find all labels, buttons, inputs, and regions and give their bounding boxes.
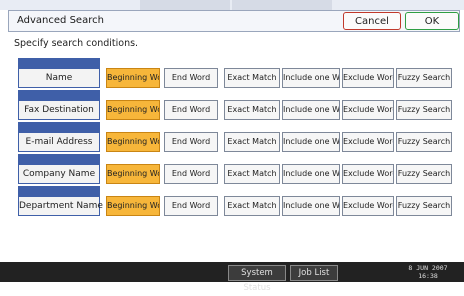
field-button-department-name[interactable]: Department Name xyxy=(18,196,103,216)
option-end-word[interactable]: End Word xyxy=(164,100,218,120)
time-text: 16:38 xyxy=(418,272,438,280)
field-tab xyxy=(18,186,100,196)
instruction-text: Specify search conditions. xyxy=(14,38,139,49)
option-fuzzy-search[interactable]: Fuzzy Search xyxy=(396,100,452,120)
top-band-segment xyxy=(140,0,230,10)
field-button-email-address[interactable]: E-mail Address xyxy=(18,132,100,152)
option-end-word[interactable]: End Word xyxy=(164,196,218,216)
search-row-name: Name Beginning Word End Word Exact Match… xyxy=(18,58,458,88)
option-exclude-words[interactable]: Exclude Words xyxy=(342,68,394,88)
option-beginning-word[interactable]: Beginning Word xyxy=(106,196,160,216)
option-fuzzy-search[interactable]: Fuzzy Search xyxy=(396,132,452,152)
option-end-word[interactable]: End Word xyxy=(164,164,218,184)
option-beginning-word[interactable]: Beginning Word xyxy=(106,132,160,152)
cancel-button[interactable]: Cancel xyxy=(343,12,401,30)
option-exact-match[interactable]: Exact Match xyxy=(224,68,280,88)
top-band xyxy=(0,0,464,10)
date-time-display: 8 JUN 2007 16:38 xyxy=(396,264,460,280)
job-list-button[interactable]: Job List xyxy=(290,265,338,281)
title-bar: Advanced Search Cancel OK xyxy=(8,10,460,32)
system-status-button[interactable]: System Status xyxy=(228,265,286,293)
option-include-one-word[interactable]: Include one Word xyxy=(282,68,340,88)
field-tab xyxy=(18,90,100,100)
search-row-fax-destination: Fax Destination Beginning Word End Word … xyxy=(18,90,458,120)
field-tab xyxy=(18,58,100,68)
search-row-company-name: Company Name Beginning Word End Word Exa… xyxy=(18,154,458,184)
option-fuzzy-search[interactable]: Fuzzy Search xyxy=(396,68,452,88)
option-exclude-words[interactable]: Exclude Words xyxy=(342,100,394,120)
option-include-one-word[interactable]: Include one Word xyxy=(282,164,340,184)
field-button-name[interactable]: Name xyxy=(18,68,100,88)
option-fuzzy-search[interactable]: Fuzzy Search xyxy=(396,196,452,216)
field-tab xyxy=(18,154,100,164)
option-beginning-word[interactable]: Beginning Word xyxy=(106,164,160,184)
option-exact-match[interactable]: Exact Match xyxy=(224,196,280,216)
option-fuzzy-search[interactable]: Fuzzy Search xyxy=(396,164,452,184)
option-end-word[interactable]: End Word xyxy=(164,132,218,152)
search-row-email-address: E-mail Address Beginning Word End Word E… xyxy=(18,122,458,152)
status-bar: System Status Job List 8 JUN 2007 16:38 xyxy=(0,262,464,293)
option-include-one-word[interactable]: Include one Word xyxy=(282,196,340,216)
date-text: 8 JUN 2007 xyxy=(408,264,448,272)
option-exact-match[interactable]: Exact Match xyxy=(224,132,280,152)
window-title: Advanced Search xyxy=(17,15,104,26)
ok-button[interactable]: OK xyxy=(405,12,459,30)
option-include-one-word[interactable]: Include one Word xyxy=(282,132,340,152)
field-button-fax-destination[interactable]: Fax Destination xyxy=(18,100,100,120)
field-button-company-name[interactable]: Company Name xyxy=(18,164,100,184)
option-include-one-word[interactable]: Include one Word xyxy=(282,100,340,120)
option-beginning-word[interactable]: Beginning Word xyxy=(106,68,160,88)
top-band-segment xyxy=(232,0,332,10)
option-exclude-words[interactable]: Exclude Words xyxy=(342,196,394,216)
field-tab xyxy=(18,122,100,132)
option-exact-match[interactable]: Exact Match xyxy=(224,100,280,120)
option-exact-match[interactable]: Exact Match xyxy=(224,164,280,184)
option-beginning-word[interactable]: Beginning Word xyxy=(106,100,160,120)
option-exclude-words[interactable]: Exclude Words xyxy=(342,164,394,184)
option-end-word[interactable]: End Word xyxy=(164,68,218,88)
search-row-department-name: Department Name Beginning Word End Word … xyxy=(18,186,458,216)
option-exclude-words[interactable]: Exclude Words xyxy=(342,132,394,152)
